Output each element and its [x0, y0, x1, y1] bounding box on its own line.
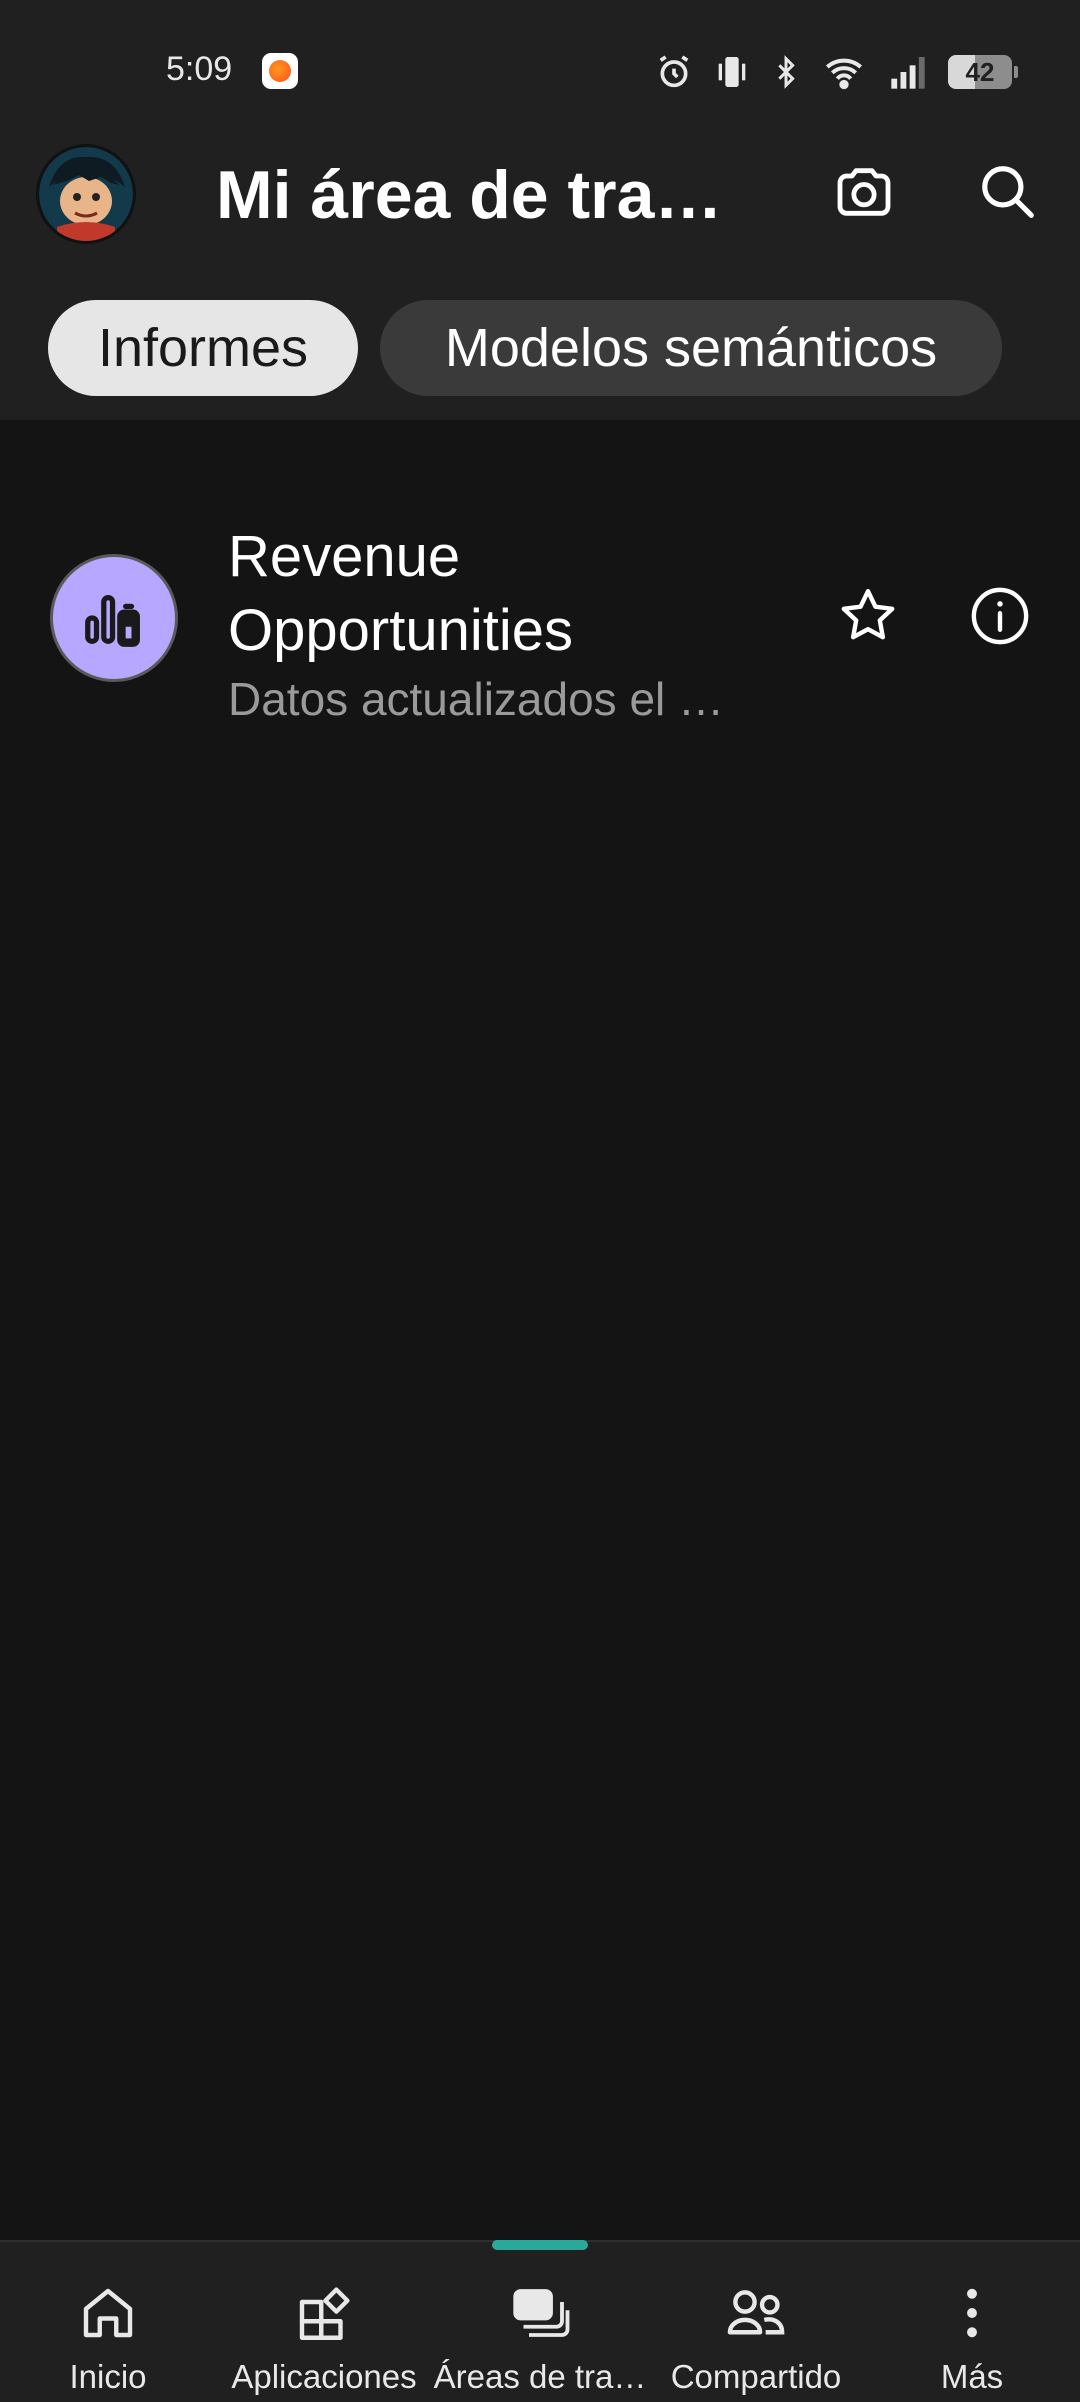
- info-icon: [971, 587, 1029, 645]
- avatar[interactable]: [36, 144, 136, 244]
- nav-label: Compartido: [670, 2358, 842, 2395]
- status-icons: 42: [654, 50, 1018, 94]
- nav-compartido[interactable]: Compartido: [648, 2242, 864, 2402]
- tab-bar: Informes Modelos semánticos: [0, 280, 1080, 420]
- report-subtitle: Datos actualizados el …: [228, 673, 725, 725]
- shared-icon: [727, 2290, 785, 2335]
- alarm-icon: [659, 55, 689, 88]
- nav-inicio[interactable]: Inicio: [0, 2242, 216, 2402]
- report-icon: [85, 594, 140, 647]
- tab-informes[interactable]: Informes: [48, 300, 358, 396]
- search-icon: [982, 166, 1034, 218]
- report-title: Revenue Opportunities: [228, 524, 573, 663]
- app-bar: Mi área de tra…: [0, 130, 1080, 280]
- page-title: Mi área de tra…: [216, 157, 723, 233]
- active-tab-indicator: [492, 2240, 588, 2250]
- signal-icon: [891, 57, 925, 89]
- wifi-icon: [826, 58, 862, 90]
- report-list: Revenue Opportunities Datos actualizados…: [0, 420, 1080, 2240]
- nav-label: Áreas de tra…: [433, 2358, 647, 2395]
- home-icon: [83, 2288, 133, 2338]
- tab-modelos-semanticos[interactable]: Modelos semánticos: [380, 300, 1002, 396]
- nav-label: Más: [940, 2358, 1004, 2395]
- apps-icon: [299, 2287, 350, 2340]
- camera-icon: [837, 168, 891, 216]
- more-icon: [967, 2288, 977, 2338]
- search-button[interactable]: [968, 152, 1048, 232]
- nav-label: Aplicaciones: [231, 2358, 417, 2395]
- workspaces-icon: [513, 2289, 570, 2337]
- camera-button[interactable]: [824, 152, 904, 232]
- battery-icon: 42: [948, 55, 1018, 89]
- bottom-navigation: Inicio Aplicaciones Áreas de tra… Compar…: [0, 2240, 1080, 2402]
- info-button[interactable]: [960, 576, 1040, 656]
- report-icon-badge: [50, 554, 178, 682]
- vibrate-icon: [718, 57, 746, 87]
- bluetooth-icon: [778, 55, 795, 89]
- status-time: 5:09: [166, 50, 233, 88]
- nav-aplicaciones[interactable]: Aplicaciones: [216, 2242, 432, 2402]
- nav-mas[interactable]: Más: [864, 2242, 1080, 2402]
- app-notification-icon: [262, 53, 298, 89]
- favorite-button[interactable]: [828, 576, 908, 656]
- nav-areas-de-trabajo[interactable]: Áreas de tra…: [432, 2242, 648, 2402]
- list-item[interactable]: Revenue Opportunities Datos actualizados…: [0, 460, 1080, 725]
- nav-label: Inicio: [69, 2358, 147, 2395]
- battery-level: 42: [965, 57, 995, 87]
- status-bar: 5:09 42: [0, 0, 1080, 130]
- star-icon: [841, 589, 895, 640]
